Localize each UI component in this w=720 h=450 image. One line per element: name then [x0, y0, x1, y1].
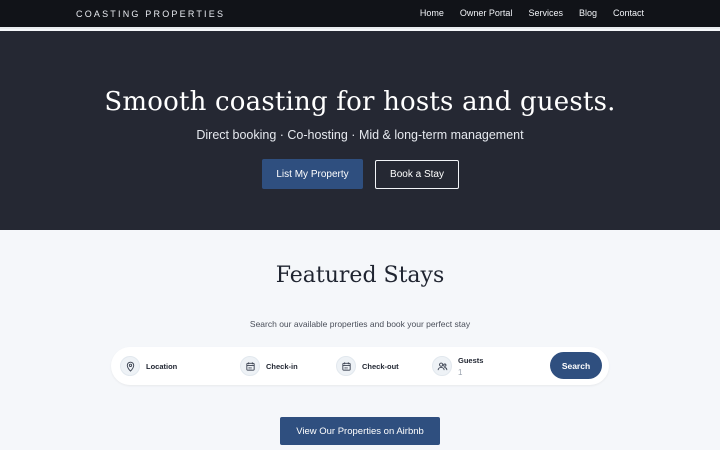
hero-subtitle: Direct booking · Co-hosting · Mid & long…	[196, 128, 524, 142]
guests-field[interactable]: Guests 1	[432, 354, 483, 378]
guests-label: Guests	[458, 355, 484, 365]
featured-stays-subtitle: Search our available properties and book…	[249, 319, 471, 329]
nav-link-contact[interactable]: Contact	[613, 8, 644, 18]
nav-link-blog[interactable]: Blog	[579, 8, 597, 18]
nav-links: Home Owner Portal Services Blog Contact	[420, 8, 644, 18]
view-on-airbnb-button[interactable]: View Our Properties on Airbnb	[280, 417, 440, 445]
map-pin-icon	[120, 356, 140, 376]
featured-stays-title: Featured Stays	[275, 263, 445, 288]
calendar-icon	[336, 356, 356, 376]
check-in-label: Check-in	[266, 361, 298, 371]
search-button[interactable]: Search	[550, 352, 602, 379]
nav-link-home[interactable]: Home	[420, 8, 444, 18]
property-search-bar: Location Check-in Check-out Guests 1 Sea…	[111, 347, 609, 385]
users-icon	[432, 356, 452, 376]
location-field[interactable]: Location	[120, 354, 177, 378]
nav-link-services[interactable]: Services	[528, 8, 563, 18]
hero-title: Smooth coasting for hosts and guests.	[104, 87, 616, 117]
hero-section: Smooth coasting for hosts and guests. Di…	[0, 31, 720, 230]
brand-logo[interactable]: COASTING PROPERTIES	[76, 9, 225, 19]
guests-stack: Guests 1	[458, 356, 483, 377]
top-navigation: COASTING PROPERTIES Home Owner Portal Se…	[0, 0, 720, 29]
check-in-field[interactable]: Check-in	[240, 354, 298, 378]
nav-link-owner-portal[interactable]: Owner Portal	[460, 8, 513, 18]
book-a-stay-button[interactable]: Book a Stay	[375, 160, 459, 189]
location-label: Location	[146, 361, 178, 371]
list-my-property-button[interactable]: List My Property	[262, 159, 363, 189]
check-out-field[interactable]: Check-out	[336, 354, 399, 378]
guests-value[interactable]: 1	[458, 368, 483, 377]
calendar-icon	[240, 356, 260, 376]
check-out-label: Check-out	[362, 361, 399, 371]
